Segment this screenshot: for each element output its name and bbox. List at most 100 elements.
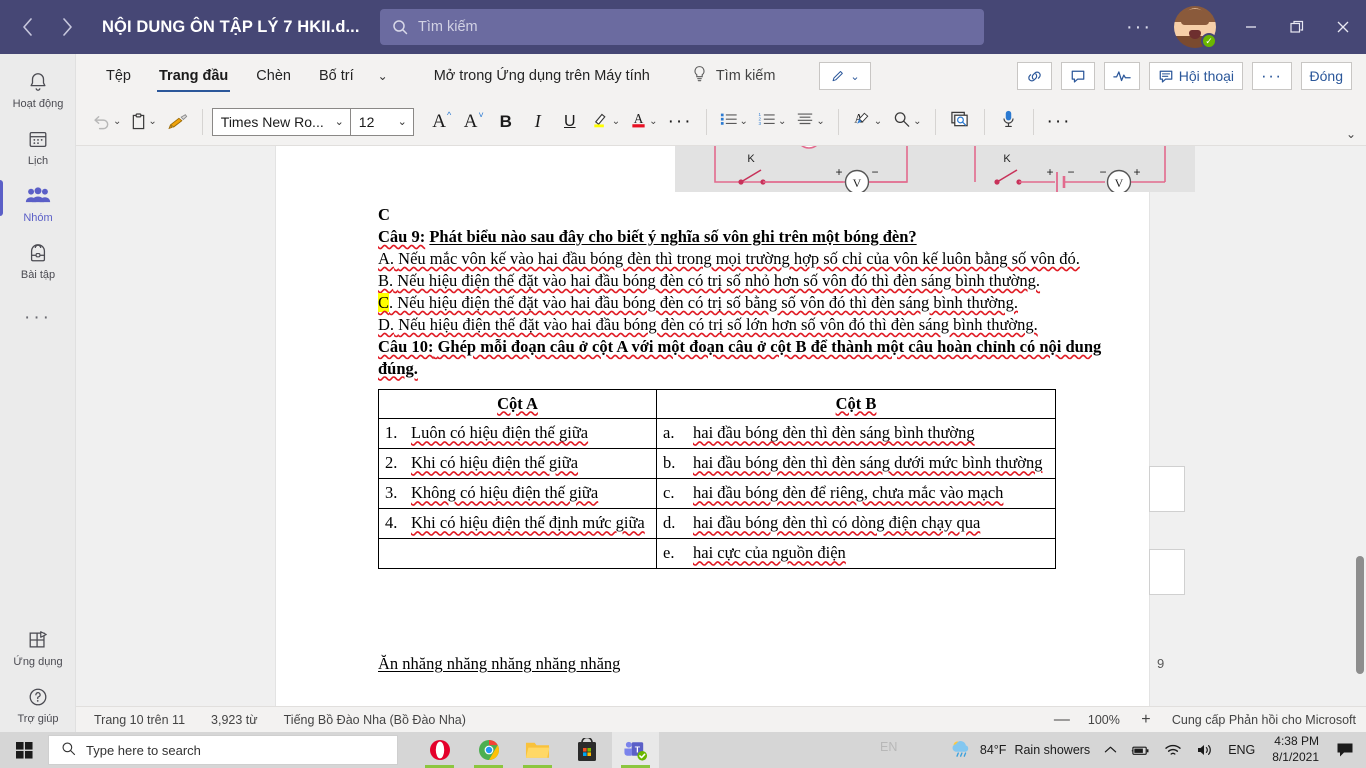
copy-link-button[interactable] bbox=[1016, 62, 1052, 90]
nav-arrows bbox=[10, 10, 84, 44]
language-indicator[interactable]: Tiếng Bồ Đào Nha (Bồ Đào Nha) bbox=[284, 713, 466, 727]
svg-text:V: V bbox=[853, 176, 862, 190]
document-text[interactable]: C Câu 9: Phát biểu nào sau đây cho biết … bbox=[378, 204, 1110, 675]
close-button[interactable] bbox=[1320, 0, 1366, 54]
underline-button[interactable]: U bbox=[555, 107, 585, 137]
activity-button[interactable] bbox=[1103, 62, 1140, 90]
chevron-down-icon[interactable]: ⌄ bbox=[368, 69, 398, 83]
alignment-button[interactable]: ⌄ bbox=[792, 107, 828, 137]
battery-button[interactable] bbox=[1124, 744, 1157, 757]
highlight-button[interactable]: ⌄ bbox=[587, 107, 624, 137]
bold-button[interactable]: B bbox=[491, 107, 521, 137]
sidebar-item-label: Hoạt động bbox=[12, 98, 64, 110]
paste-button[interactable]: ⌄ bbox=[127, 107, 160, 137]
keyboard-language[interactable]: ENG bbox=[1221, 743, 1262, 757]
document-canvas[interactable]: V K + − V K + − − + C Câu 9: Phát biểu n… bbox=[76, 146, 1366, 706]
bullet-list-button[interactable]: ⌄ bbox=[716, 107, 752, 137]
feedback-link[interactable]: Cung cấp Phản hồi cho Microsoft bbox=[1172, 713, 1356, 727]
volume-button[interactable] bbox=[1189, 743, 1221, 757]
sidebar-item-assignments[interactable]: Bài tập bbox=[0, 231, 76, 288]
font-family-select[interactable]: Times New Ro... ⌄ bbox=[213, 108, 351, 135]
status-right-group: — 100% + Cung cấp Phản hồi cho Microsoft bbox=[1054, 711, 1356, 729]
taskbar-app-opera[interactable] bbox=[416, 732, 463, 768]
sidebar-item-activity[interactable]: Hoạt động bbox=[0, 60, 76, 117]
comment-anchor-bottom[interactable] bbox=[1149, 549, 1185, 595]
comment-anchor-top[interactable] bbox=[1149, 466, 1185, 512]
cell-b-3: c. hai đầu bóng đèn để riêng, chưa mắc và… bbox=[656, 478, 1056, 510]
sidebar-item-teams[interactable]: Nhóm bbox=[0, 174, 76, 231]
back-button[interactable] bbox=[10, 10, 44, 44]
start-button[interactable] bbox=[0, 732, 48, 768]
vertical-scrollbar[interactable] bbox=[1354, 146, 1366, 706]
open-in-desktop-app-button[interactable]: Mở trong Ứng dụng trên Máy tính bbox=[434, 68, 650, 84]
bullet-list-icon bbox=[720, 111, 738, 132]
more-font-options-button[interactable]: ··· bbox=[664, 107, 697, 137]
sidebar-more-button[interactable]: ··· bbox=[0, 288, 76, 346]
shrink-font-button[interactable]: A ˅ bbox=[459, 107, 489, 137]
taskbar-app-microsoft-teams[interactable]: T bbox=[612, 732, 659, 768]
microsoft-store-icon bbox=[577, 738, 596, 761]
collapse-ribbon-button[interactable]: ⌄ bbox=[1346, 127, 1356, 141]
chevron-down-icon: ⌄ bbox=[113, 116, 122, 127]
tab-file[interactable]: Tệp bbox=[92, 54, 145, 98]
word-count[interactable]: 3,923 từ bbox=[211, 713, 258, 727]
dictate-button[interactable] bbox=[994, 107, 1024, 137]
taskbar-app-microsoft-store[interactable] bbox=[563, 732, 610, 768]
font-controls: Times New Ro... ⌄ 12 ⌄ bbox=[211, 107, 414, 136]
undo-button[interactable]: ⌄ bbox=[88, 107, 125, 137]
show-hidden-icons-button[interactable] bbox=[1097, 745, 1124, 755]
sidebar-item-calendar[interactable]: Lịch bbox=[0, 117, 76, 174]
zoom-level[interactable]: 100% bbox=[1088, 713, 1120, 727]
format-painter-button[interactable] bbox=[163, 107, 193, 137]
question-9-heading: Câu 9: Phát biểu nào sau đây cho biết ý … bbox=[378, 226, 1110, 248]
editing-mode-button[interactable]: ⌄ bbox=[819, 62, 872, 90]
italic-button[interactable]: I bbox=[523, 107, 553, 137]
action-center-button[interactable] bbox=[1329, 742, 1366, 758]
clock[interactable]: 4:38 PM 8/1/2021 bbox=[1262, 734, 1329, 765]
styles-button[interactable]: A ⌄ bbox=[848, 107, 886, 137]
global-search-box[interactable]: Tìm kiếm bbox=[380, 9, 984, 45]
font-size-select[interactable]: 12 ⌄ bbox=[351, 109, 413, 135]
table-row: 1. Luôn có hiệu điện thế giữa a. hai đầu b… bbox=[378, 418, 1056, 450]
close-doc-button[interactable]: Đóng bbox=[1300, 62, 1352, 90]
cell-text: hai cực của nguồn điện bbox=[693, 543, 846, 563]
page-indicator[interactable]: Trang 10 trên 11 bbox=[94, 713, 185, 727]
scrollbar-thumb[interactable] bbox=[1356, 556, 1364, 674]
minimize-button[interactable] bbox=[1228, 0, 1274, 54]
titlebar-more-button[interactable]: ··· bbox=[1116, 17, 1162, 37]
avatar[interactable]: ✓ bbox=[1174, 6, 1217, 49]
font-color-button[interactable]: A ⌄ bbox=[626, 107, 661, 137]
sidebar-item-apps[interactable]: Ứng dụng bbox=[0, 618, 76, 675]
toolbar-overflow-button[interactable]: ··· bbox=[1043, 107, 1076, 137]
search-icon bbox=[392, 19, 408, 35]
format-toolbar: ⌄ ⌄ Times New Ro... ⌄ 12 ⌄ A ^ A ˅ B I U… bbox=[76, 98, 1366, 145]
tell-me-button[interactable]: Tìm kiếm bbox=[692, 65, 775, 87]
comments-button[interactable] bbox=[1060, 62, 1095, 90]
tab-layout[interactable]: Bố trí bbox=[305, 54, 368, 98]
taskbar-app-file-explorer[interactable] bbox=[514, 732, 561, 768]
numbered-list-button[interactable]: 1 2 3 ⌄ bbox=[754, 107, 790, 137]
restore-button[interactable] bbox=[1274, 0, 1320, 54]
zoom-in-button[interactable]: + bbox=[1138, 711, 1154, 729]
more-options-button[interactable]: ··· bbox=[1252, 62, 1292, 90]
zoom-out-button[interactable]: — bbox=[1054, 711, 1070, 729]
activity-icon bbox=[1113, 71, 1131, 82]
sidebar-item-help[interactable]: Trợ giúp bbox=[0, 675, 76, 732]
row-letter: b. bbox=[663, 453, 676, 473]
taskbar-search-input[interactable]: Type here to search bbox=[48, 735, 398, 765]
grow-font-button[interactable]: A ^ bbox=[427, 107, 457, 137]
font-size-value: 12 bbox=[358, 113, 375, 130]
conversation-button[interactable]: Hội thoại bbox=[1148, 62, 1244, 90]
tab-home[interactable]: Trang đầu bbox=[145, 54, 242, 98]
conversation-label: Hội thoại bbox=[1178, 68, 1235, 84]
tab-insert[interactable]: Chèn bbox=[242, 54, 305, 98]
forward-button[interactable] bbox=[50, 10, 84, 44]
taskbar-app-chrome[interactable] bbox=[465, 732, 512, 768]
battery-icon bbox=[1131, 746, 1149, 755]
wifi-button[interactable] bbox=[1157, 743, 1189, 757]
immersive-reader-button[interactable] bbox=[945, 107, 975, 137]
weather-widget[interactable]: 84°F Rain showers bbox=[942, 739, 1097, 762]
opera-icon bbox=[429, 740, 450, 760]
global-search-placeholder: Tìm kiếm bbox=[418, 19, 478, 35]
find-button[interactable]: ⌄ bbox=[888, 107, 925, 137]
